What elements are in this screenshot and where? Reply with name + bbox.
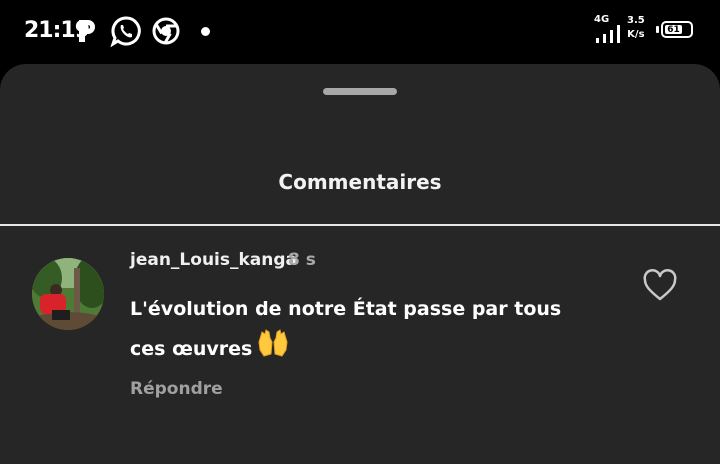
comment-text: L'évolution de notre État passe par tous… <box>130 298 562 360</box>
sheet-title: Commentaires <box>278 170 442 194</box>
reply-button[interactable]: Répondre <box>130 379 223 399</box>
comment-item: jean_Louis_kanga 8 s L'évolution de notr… <box>0 226 720 446</box>
battery-icon: 61 <box>661 21 693 38</box>
battery-level: 61 <box>665 25 683 35</box>
parking-app-icon <box>79 20 95 42</box>
status-bar: 21:19 4G 3.5 K/s 61 <box>0 0 720 64</box>
speed-value: 3.5 <box>627 15 645 26</box>
chrome-icon <box>152 17 180 45</box>
notification-dot-icon <box>201 27 210 36</box>
speed-unit: K/s <box>627 29 645 40</box>
comment-username[interactable]: jean_Louis_kanga <box>130 250 297 270</box>
heart-outline-icon[interactable] <box>642 268 678 304</box>
comment-time: 8 s <box>288 250 316 270</box>
whatsapp-icon <box>110 16 141 47</box>
battery-cap <box>656 26 659 33</box>
network-speed: 3.5 K/s <box>627 14 645 42</box>
drag-handle[interactable] <box>323 88 397 95</box>
raising-hands-emoji <box>256 328 290 371</box>
avatar-photo <box>32 258 104 330</box>
avatar[interactable] <box>32 258 104 330</box>
comment-body: L'évolution de notre État passe par tous… <box>130 290 600 371</box>
comments-sheet: Commentaires jean_Louis_kanga 8 s L'évol… <box>0 64 720 464</box>
signal-icon <box>596 25 620 43</box>
